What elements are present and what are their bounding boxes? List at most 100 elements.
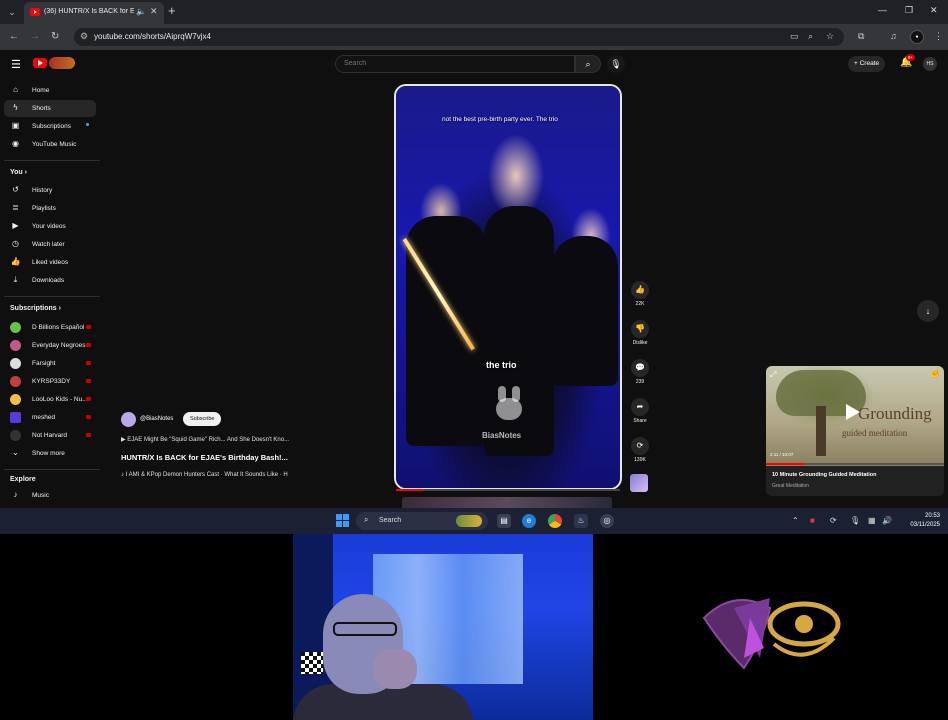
tab-close-icon[interactable]: ✕ [150, 6, 158, 17]
sidebar-item-history[interactable]: ↺ History [4, 182, 96, 199]
chevron-right-icon: › [58, 305, 61, 312]
dislike-button[interactable]: 👎 Dislike [629, 320, 651, 346]
sidebar-item-home[interactable]: ⌂ Home [4, 82, 96, 99]
sidebar-item-your-videos[interactable]: ▶ Your videos [4, 218, 96, 235]
reload-icon[interactable]: ↻ [51, 31, 59, 42]
mini-player-title[interactable]: 10 Minute Grounding Guided Meditation [772, 472, 877, 478]
sidebar-item-watch-later[interactable]: ◷ Watch later [4, 236, 96, 253]
subscriptions-heading-label: Subscriptions [10, 305, 57, 312]
sidebar-item-label: Liked videos [32, 259, 69, 266]
next-short-preview[interactable] [402, 497, 612, 508]
sidebar-item-subscriptions[interactable]: ▣ Subscriptions [4, 118, 96, 135]
next-short-button[interactable]: ↓ [917, 300, 939, 322]
taskbar-clock[interactable]: 20:53 03/11/2025 [900, 512, 940, 530]
history-icon: ↺ [12, 185, 19, 194]
taskbar-search-label: Search [379, 517, 402, 524]
related-video-link[interactable]: ▶ EJAE Might Be "Squid Game" Rich... And… [121, 436, 289, 443]
bookmark-star-icon[interactable]: ☆ [826, 31, 834, 42]
sidebar-item-downloads[interactable]: ⤓ Downloads [4, 272, 96, 289]
create-button[interactable]: + Create [848, 56, 886, 72]
play-icon[interactable] [846, 404, 860, 420]
sidebar-item-shorts[interactable]: ϟ Shorts [4, 100, 96, 117]
new-tab-icon[interactable]: + [168, 4, 176, 18]
tray-mic-icon[interactable]: 🎙 [850, 516, 860, 525]
network-icon[interactable]: ▦ [868, 516, 876, 525]
sidebar-show-more[interactable]: ⌄ Show more [4, 445, 96, 462]
windows-start-icon[interactable] [336, 514, 349, 527]
tray-overflow-icon[interactable]: ⌃ [792, 516, 799, 525]
sidebar-subscription-item[interactable]: Not Harvard [4, 427, 96, 444]
channel-avatar[interactable] [121, 412, 136, 427]
sidebar-subscription-item[interactable]: KYRSP33DY [4, 373, 96, 390]
remix-button[interactable]: ⟳ 139K [629, 437, 651, 463]
tray-app-icon[interactable]: ■ [810, 516, 815, 525]
back-icon[interactable]: ← [9, 31, 19, 42]
taskbar-search[interactable]: ⌕ Search [356, 512, 488, 530]
sidebar-item-youtube-music[interactable]: ◉ YouTube Music [4, 136, 96, 153]
browser-profile-avatar[interactable]: ● [910, 30, 924, 44]
comments-button[interactable]: 💬 239 [629, 359, 651, 385]
sound-thumbnail[interactable] [630, 474, 648, 492]
obs-icon[interactable]: ◎ [600, 514, 614, 528]
zoom-icon[interactable]: ⌕ [808, 31, 813, 42]
mouse-cursor-icon: ☝ [929, 368, 942, 379]
video-caption: the trio [486, 360, 517, 370]
tab-audio-icon[interactable]: 🔈 [136, 7, 146, 16]
shorts-video-player[interactable]: not the best pre-birth party ever. The t… [394, 84, 622, 490]
browser-menu-icon[interactable]: ⋮ [934, 31, 943, 42]
account-avatar[interactable]: HS [923, 57, 937, 71]
youtube-doodle-logo[interactable] [49, 57, 75, 69]
forward-icon[interactable]: → [30, 31, 40, 42]
downloads-icon: ⤓ [13, 275, 18, 284]
window-close-icon[interactable]: ✕ [930, 5, 938, 16]
tray-sync-icon[interactable]: ⟳ [830, 516, 837, 525]
youtube-logo-icon[interactable] [33, 58, 47, 68]
address-bar[interactable]: ⚙ youtube.com/shorts/AiprqW7vjx4 ▭ ⌕ ☆ [74, 28, 844, 46]
sidebar-item-liked-videos[interactable]: 👍 Liked videos [4, 254, 96, 271]
clock-time: 20:53 [924, 513, 940, 519]
hamburger-menu-icon[interactable]: ☰ [11, 58, 21, 71]
expand-icon[interactable]: ⤢ [770, 370, 776, 380]
browser-tab-bar: ⌄ (36) HUNTR/X Is BACK for EJAE 🔈 ✕ + — … [0, 0, 948, 24]
search-input[interactable] [344, 60, 564, 67]
cast-icon[interactable]: ▭ [790, 31, 799, 42]
sidebar-subscription-item[interactable]: Farsight [4, 355, 96, 372]
like-button[interactable]: 👍 22K [629, 281, 651, 307]
steam-icon[interactable]: ♨ [574, 514, 588, 528]
volume-icon[interactable]: 🔊 [882, 516, 892, 525]
dislike-label: Dislike [632, 340, 648, 346]
sidebar-subscription-item[interactable]: meshed [4, 409, 96, 426]
sidebar-subscription-item[interactable]: LooLoo Kids - Nu... [4, 391, 96, 408]
edge-icon[interactable]: e [522, 514, 536, 528]
home-icon: ⌂ [13, 85, 18, 94]
sidebar-subscription-item[interactable]: D Billions Español [4, 319, 96, 336]
restore-icon[interactable]: ❐ [905, 5, 913, 16]
bunny-head [496, 398, 522, 420]
file-explorer-icon[interactable]: ▤ [497, 514, 511, 528]
chrome-icon[interactable] [548, 514, 562, 528]
browser-tab[interactable]: (36) HUNTR/X Is BACK for EJAE 🔈 ✕ [24, 2, 164, 24]
youtube-music-icon: ◉ [12, 139, 19, 148]
voice-search-button[interactable]: 🎙 [607, 55, 625, 73]
sidebar-you-heading[interactable]: You › [10, 169, 27, 176]
site-info-icon[interactable]: ⚙ [80, 31, 88, 42]
search-button[interactable]: ⌕ [575, 55, 601, 73]
share-button[interactable]: ➦ Share [629, 398, 651, 424]
extensions-icon[interactable]: ⧉ [858, 31, 864, 42]
sound-info[interactable]: ♪ I AMI & KPop Demon Hunters Cast · What… [121, 472, 288, 478]
media-controls-icon[interactable]: ♫ [890, 31, 897, 41]
clock-date: 03/11/2025 [910, 522, 940, 528]
channel-name[interactable]: @BiasNotes [140, 416, 173, 422]
sidebar-item-music[interactable]: ♪ Music [4, 487, 96, 504]
sidebar-item-playlists[interactable]: ≣ Playlists [4, 200, 96, 217]
short-title[interactable]: HUNTR/X Is BACK for EJAE's Birthday Bash… [121, 453, 288, 462]
live-indicator [86, 433, 91, 437]
subscribe-button[interactable]: Subscribe [183, 412, 222, 426]
mini-player[interactable]: Grounding guided meditation 2:11 / 10:07… [766, 366, 944, 496]
sidebar-subscriptions-heading[interactable]: Subscriptions › [10, 305, 61, 312]
minimize-icon[interactable]: — [878, 5, 887, 15]
tab-search-chevron-icon[interactable]: ⌄ [4, 4, 20, 20]
mini-player-progress[interactable] [766, 463, 944, 465]
sidebar-subscription-item[interactable]: Everyday Negroes [4, 337, 96, 354]
shorts-progress-bar[interactable] [396, 489, 620, 491]
